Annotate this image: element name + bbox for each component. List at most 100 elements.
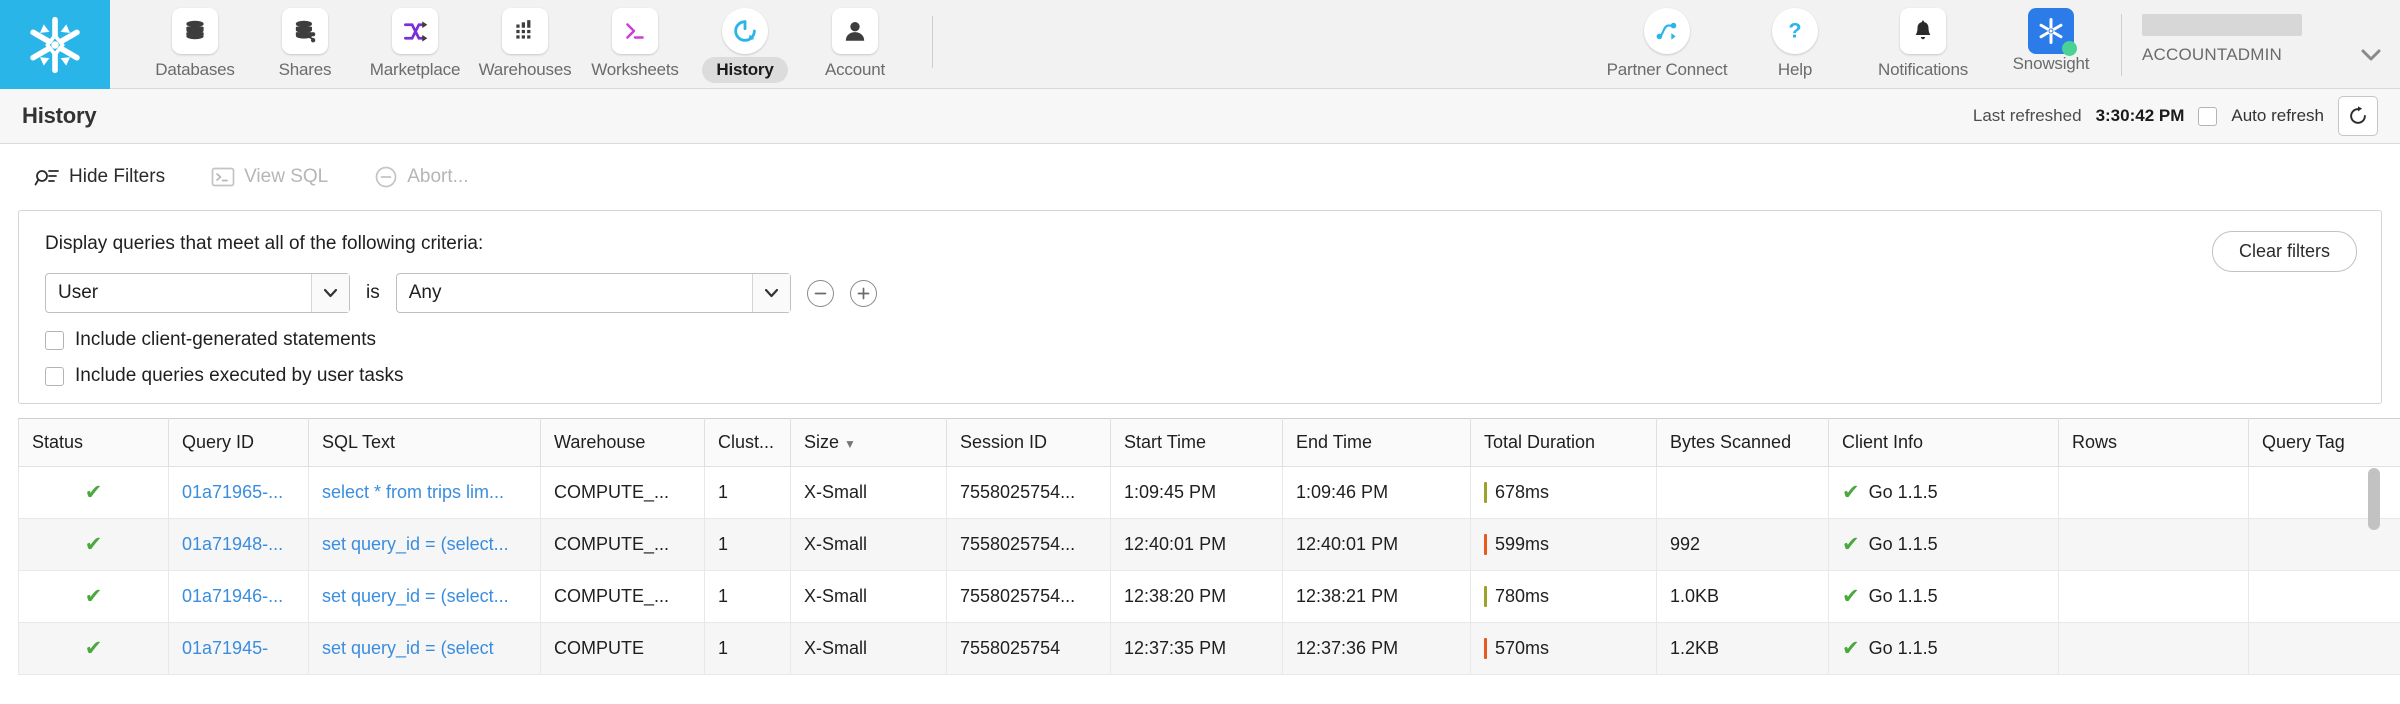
history-refresh-icon <box>734 20 756 42</box>
filter-value-select[interactable]: Any <box>395 273 791 313</box>
query_id-link[interactable]: 01a71946-... <box>182 586 283 606</box>
table-header-warehouse[interactable]: Warehouse <box>540 418 705 467</box>
nav-item-history[interactable]: History <box>690 0 800 83</box>
hide-filters-button[interactable]: Hide Filters <box>34 166 165 188</box>
table-cell-session_id: 7558025754 <box>946 622 1111 675</box>
table-header-end_time[interactable]: End Time <box>1282 418 1471 467</box>
sql_text-link[interactable]: set query_id = (select... <box>322 534 509 554</box>
shuffle-icon-box <box>392 8 438 54</box>
table-cell-cluster: 1 <box>704 518 791 571</box>
nav-item-notifications[interactable]: Notifications <box>1859 0 1987 80</box>
page-title: History <box>22 103 97 128</box>
client-info-text: Go 1.1.5 <box>1868 586 1938 606</box>
table-row[interactable]: ✔ 01a71946-... set query_id = (select... CO… <box>18 570 2400 623</box>
view-sql-button[interactable]: View SQL <box>211 166 328 188</box>
table-header-label-query_id: Query ID <box>182 432 255 452</box>
green-check-icon: ✔ <box>84 533 103 556</box>
remove-filter-button[interactable] <box>806 279 834 307</box>
table-row[interactable]: ✔ 01a71945- set query_id = (select COMPUTE 1… <box>18 622 2400 675</box>
table-header-label-warehouse: Warehouse <box>554 432 646 452</box>
table-cell-rows <box>2058 570 2249 623</box>
filter-panel-heading: Display queries that meet all of the fol… <box>45 233 484 254</box>
table-header-query_id[interactable]: Query ID <box>168 418 309 467</box>
abort-button[interactable]: Abort... <box>374 165 468 189</box>
user-avatar-icon <box>845 22 865 41</box>
refresh-button[interactable] <box>2338 96 2378 136</box>
snowflake-logo-button[interactable] <box>0 0 110 89</box>
nav-item-snowsight[interactable]: Snowsight <box>1987 0 2115 74</box>
chevron-down-icon <box>2361 49 2381 60</box>
table-header-session_id[interactable]: Session ID <box>946 418 1111 467</box>
table-header-query_tag[interactable]: Query Tag <box>2248 418 2400 467</box>
query_id-link[interactable]: 01a71948-... <box>182 534 283 554</box>
duration-text: 678ms <box>1495 482 1550 502</box>
table-header-cluster[interactable]: Clust... <box>704 418 791 467</box>
query_id-link[interactable]: 01a71965-... <box>182 482 283 502</box>
table-header-client_info[interactable]: Client Info <box>1828 418 2059 467</box>
account-chevron-button[interactable] <box>2352 22 2382 67</box>
table-header-label-end_time: End Time <box>1296 432 1373 452</box>
database-icon <box>186 20 204 40</box>
page-header-bar: History Last refreshed 3:30:42 PM Auto r… <box>0 89 2400 144</box>
caret-down-icon: ▼ <box>844 437 856 451</box>
nav-item-partner-connect[interactable]: Partner Connect <box>1603 0 1731 80</box>
query-history-table: Status Query ID SQL Text Warehouse Clust... S… <box>18 418 2400 675</box>
clear-filters-button[interactable]: Clear filters <box>2211 231 2357 272</box>
nav-item-worksheets[interactable]: Worksheets <box>580 0 690 80</box>
table-header-rows[interactable]: Rows <box>2058 418 2249 467</box>
history-refresh-icon-box <box>722 8 768 54</box>
table-cell-client_info: ✔ Go 1.1.5 <box>1828 518 2059 571</box>
include-user-tasks-checkbox[interactable] <box>45 366 64 386</box>
table-header-duration[interactable]: Total Duration <box>1470 418 1657 467</box>
table-header-label-cluster: Clust... <box>718 432 775 452</box>
history-table-wrapper: Status Query ID SQL Text Warehouse Clust... S… <box>0 418 2400 675</box>
table-cell-status: ✔ <box>18 466 169 519</box>
include-user-tasks-label: Include queries executed by user tasks <box>75 365 404 386</box>
nav-item-marketplace[interactable]: Marketplace <box>360 0 470 80</box>
table-cell-start_time: 12:38:20 PM <box>1110 570 1283 623</box>
duration-bar <box>1484 586 1487 607</box>
table-cell-sql_text[interactable]: select * from trips lim... <box>308 466 541 519</box>
query_id-link[interactable]: 01a71945- <box>182 638 268 658</box>
table-cell-sql_text[interactable]: set query_id = (select... <box>308 518 541 571</box>
table-cell-status: ✔ <box>18 622 169 675</box>
table-header-status[interactable]: Status <box>18 418 169 467</box>
sql_text-link[interactable]: select * from trips lim... <box>322 482 504 502</box>
table-row[interactable]: ✔ 01a71948-... set query_id = (select... CO… <box>18 518 2400 571</box>
sql_text-link[interactable]: set query_id = (select <box>322 638 494 658</box>
table-cell-sql_text[interactable]: set query_id = (select... <box>308 570 541 623</box>
table-header-bytes[interactable]: Bytes Scanned <box>1656 418 1829 467</box>
nav-item-help[interactable]: ? Help <box>1731 0 1859 80</box>
filter-field-select[interactable]: User <box>45 273 350 313</box>
nav-label-notifications: Notifications <box>1878 60 1968 79</box>
sql_text-link[interactable]: set query_id = (select... <box>322 586 509 606</box>
share-database-icon-box <box>282 8 328 54</box>
account-menu[interactable]: ACCOUNTADMIN <box>2142 0 2352 65</box>
table-cell-query_id[interactable]: 01a71945- <box>168 622 309 675</box>
table-cell-end_time: 12:40:01 PM <box>1282 518 1471 571</box>
add-filter-button[interactable] <box>849 279 877 307</box>
table-cell-query_id[interactable]: 01a71965-... <box>168 466 309 519</box>
table-scrollbar-thumb[interactable] <box>2368 468 2380 530</box>
nav-item-account[interactable]: Account <box>800 0 910 80</box>
table-cell-end_time: 12:37:36 PM <box>1282 622 1471 675</box>
table-header-sql_text[interactable]: SQL Text <box>308 418 541 467</box>
nav-item-shares[interactable]: Shares <box>250 0 360 80</box>
include-client-statements-checkbox[interactable] <box>45 330 64 350</box>
table-cell-end_time: 12:38:21 PM <box>1282 570 1471 623</box>
green-check-icon: ✔ <box>1842 481 1860 504</box>
table-cell-query_id[interactable]: 01a71948-... <box>168 518 309 571</box>
table-header-size[interactable]: Size ▼ <box>790 418 947 467</box>
table-header-label-rows: Rows <box>2072 432 2118 452</box>
filter-panel: Display queries that meet all of the fol… <box>18 210 2382 404</box>
nav-item-warehouses[interactable]: Warehouses <box>470 0 580 80</box>
auto-refresh-checkbox[interactable] <box>2198 106 2218 126</box>
table-header-start_time[interactable]: Start Time <box>1110 418 1283 467</box>
green-check-icon: ✔ <box>84 481 103 504</box>
table-vertical-scrollbar[interactable] <box>2368 468 2380 674</box>
nav-item-databases[interactable]: Databases <box>140 0 250 80</box>
table-cell-sql_text[interactable]: set query_id = (select <box>308 622 541 675</box>
table-cell-query_id[interactable]: 01a71946-... <box>168 570 309 623</box>
filter-criteria-row: User is Any <box>45 273 2355 313</box>
table-row[interactable]: ✔ 01a71965-... select * from trips lim... C… <box>18 466 2400 519</box>
